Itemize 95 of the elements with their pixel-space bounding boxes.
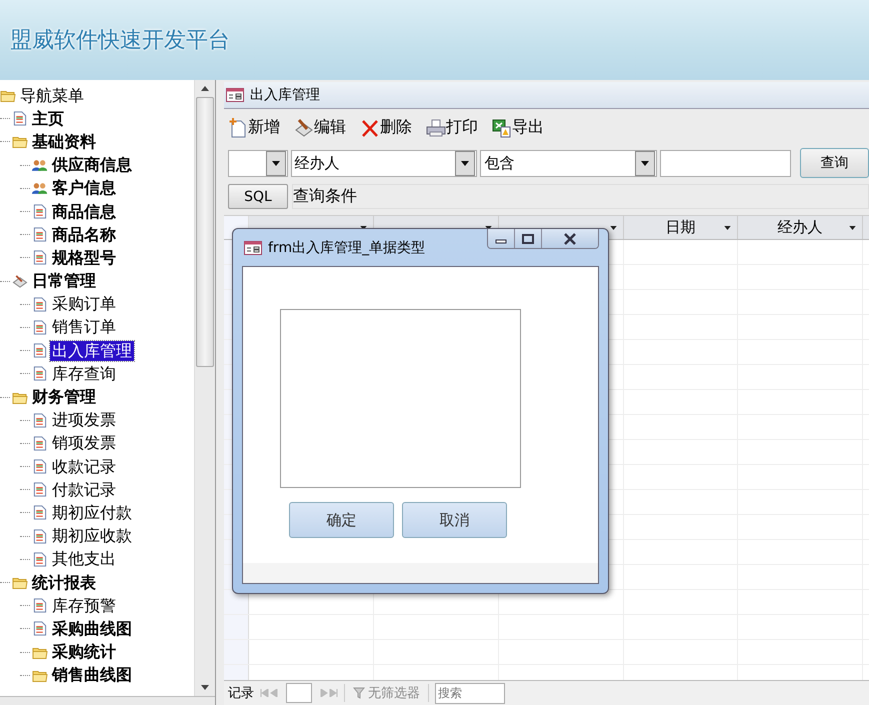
tree-item[interactable]: 其他支出	[50, 549, 118, 570]
tree-item[interactable]: 采购曲线图	[50, 618, 134, 639]
tree-item[interactable]: 销售曲线图	[50, 665, 134, 686]
document-icon	[32, 482, 48, 498]
document-icon	[32, 621, 48, 636]
column-header[interactable]: 日期	[624, 216, 738, 239]
dialog-button[interactable]: 取消	[402, 502, 507, 538]
tree-item[interactable]: 库存预警	[50, 596, 118, 616]
new-document-icon	[228, 118, 248, 138]
dropdown-arrow-icon[interactable]	[461, 160, 470, 166]
scroll-down-icon[interactable]	[201, 685, 209, 690]
delete-icon	[360, 118, 380, 138]
value-field[interactable]	[660, 150, 792, 176]
maximize-icon	[521, 234, 535, 244]
document-icon	[32, 227, 48, 242]
sql-button[interactable]: SQL	[228, 184, 288, 209]
dropdown-arrow-icon[interactable]	[849, 226, 856, 230]
document-icon	[12, 111, 28, 126]
tree-item[interactable]: 库存查询	[50, 364, 118, 384]
form-icon	[244, 240, 262, 254]
dialog-button[interactable]: 确定	[289, 502, 394, 538]
dropdown-arrow-icon[interactable]	[724, 226, 731, 230]
document-icon	[32, 459, 48, 474]
dropdown-arrow-icon[interactable]	[610, 226, 617, 230]
tree-item[interactable]: 基础资料	[30, 132, 98, 152]
document-icon	[32, 296, 48, 312]
toolbar-button[interactable]: 打印	[426, 117, 478, 138]
tree-item[interactable]: 规格型号	[50, 248, 118, 268]
document-icon	[32, 436, 48, 451]
tree-item[interactable]: 统计报表	[30, 572, 98, 593]
tree-item[interactable]: 期初应付款	[50, 502, 134, 523]
document-icon	[32, 204, 48, 220]
toolbar-button[interactable]: 导出	[492, 117, 544, 138]
tree-item[interactable]: 采购订单	[50, 294, 118, 314]
document-icon	[32, 320, 48, 335]
people-icon	[32, 158, 48, 173]
close-button[interactable]	[542, 229, 598, 248]
tree-item[interactable]: 导航菜单	[18, 86, 86, 106]
horizontal-scrollbar[interactable]	[0, 696, 215, 705]
record-label: 记录	[228, 685, 254, 702]
column-header[interactable]: 经办人	[738, 216, 863, 239]
tree-item[interactable]: 采购统计	[50, 642, 118, 662]
field-combo[interactable]	[228, 150, 288, 176]
dropdown-arrow-icon[interactable]	[272, 160, 280, 166]
tree-item[interactable]: 客户信息	[50, 178, 118, 198]
people-icon	[32, 180, 48, 196]
printer-icon	[426, 118, 446, 138]
folder-icon	[0, 88, 16, 104]
toolbar-button[interactable]: 新增	[228, 117, 280, 138]
scroll-up-icon[interactable]	[201, 86, 209, 91]
maximize-button[interactable]	[515, 229, 542, 248]
document-icon	[32, 528, 48, 544]
close-icon	[563, 232, 577, 244]
funnel-icon	[353, 687, 365, 699]
document-title: 出入库管理	[250, 86, 320, 104]
document-icon	[32, 505, 48, 520]
tree-item[interactable]: 销项发票	[50, 433, 118, 454]
tree-item[interactable]: 财务管理	[30, 387, 98, 408]
app-title: 盟威软件快速开发平台	[10, 27, 230, 55]
toolbox-icon	[12, 274, 28, 289]
minimize-button[interactable]	[488, 229, 515, 248]
query-button[interactable]: 查询	[800, 148, 869, 178]
dialog-title: frm出入库管理_单据类型	[268, 238, 426, 256]
document-icon	[32, 412, 48, 428]
tree-item[interactable]: 进项发票	[50, 410, 118, 430]
tree-item[interactable]: 收款记录	[50, 456, 118, 477]
document-icon	[32, 250, 48, 266]
tree-item[interactable]: 商品名称	[50, 224, 118, 245]
toolbar-button[interactable]: 删除	[360, 117, 412, 138]
spreadsheet-export-icon	[492, 118, 512, 138]
condition-label: 查询条件	[293, 186, 357, 207]
tree-item[interactable]: 主页	[30, 108, 66, 129]
brush-icon	[294, 118, 314, 138]
form-icon	[226, 88, 244, 102]
operator-combo[interactable]: 包含	[480, 150, 658, 176]
folder-icon	[12, 575, 28, 590]
document-icon	[32, 343, 48, 358]
document-icon	[32, 552, 48, 567]
row-selector[interactable]	[224, 590, 249, 614]
tree-item[interactable]: 出入库管理	[50, 340, 134, 361]
tree-item[interactable]: 日常管理	[30, 271, 98, 292]
toolbar-button[interactable]: 编辑	[294, 117, 346, 138]
document-icon	[32, 598, 48, 614]
folder-icon	[12, 134, 28, 150]
record-number-field[interactable]	[286, 683, 312, 703]
tree-item[interactable]: 期初应收款	[50, 526, 134, 546]
tree-item[interactable]: 付款记录	[50, 480, 118, 500]
tree-item[interactable]: 销售订单	[50, 317, 118, 338]
vertical-scrollbar[interactable]	[194, 80, 215, 696]
tree-item[interactable]: 供应商信息	[50, 155, 134, 176]
tree-item[interactable]: 商品信息	[50, 202, 118, 222]
field-combo[interactable]: 经办人	[290, 150, 478, 176]
document-icon	[32, 366, 48, 382]
dropdown-arrow-icon[interactable]	[641, 160, 650, 166]
search-field[interactable]: 搜索	[435, 682, 505, 704]
